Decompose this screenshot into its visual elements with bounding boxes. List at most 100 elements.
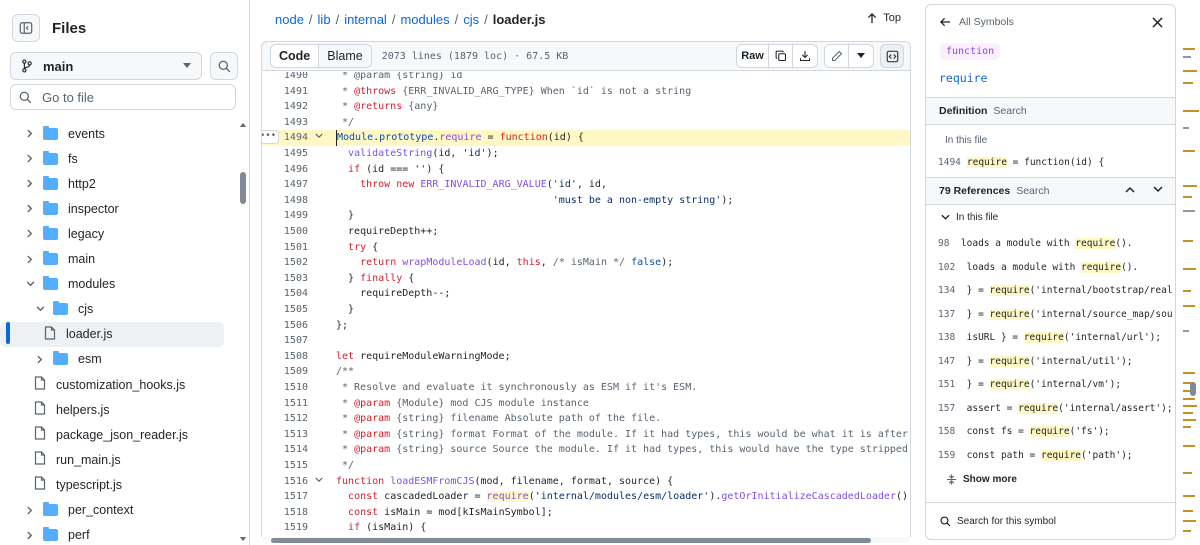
chevron-right-icon[interactable] — [24, 253, 36, 265]
references-search-link[interactable]: Search — [1016, 185, 1049, 197]
code-line[interactable]: 1494 ••• Module.prototype.require = functi… — [262, 130, 910, 146]
blame-tab[interactable]: Blame — [319, 45, 371, 67]
line-number[interactable]: 1503 — [262, 271, 308, 287]
search-for-symbol-button[interactable]: Search for this symbol — [926, 502, 1175, 539]
breadcrumb-link-node[interactable]: node — [275, 12, 304, 27]
tree-item-loader-js[interactable]: loader.js — [0, 321, 224, 347]
line-number[interactable]: 1517 — [262, 489, 308, 505]
code-line[interactable]: 1500 requireDepth++; — [262, 224, 910, 240]
tree-item-main[interactable]: main — [0, 247, 224, 272]
reference-item[interactable]: 151 } = require('internal/vm'); — [938, 379, 1173, 390]
tree-item-cjs[interactable]: cjs — [0, 297, 224, 322]
chevron-up-icon[interactable] — [1125, 186, 1135, 193]
edit-button[interactable] — [825, 45, 849, 67]
branch-selector[interactable]: main — [10, 52, 202, 80]
breadcrumb-link-cjs[interactable]: cjs — [463, 12, 479, 27]
code-minimap[interactable] — [1180, 0, 1200, 545]
code-line[interactable]: 1505 } — [262, 302, 910, 318]
tree-item-events[interactable]: events — [0, 121, 224, 146]
reference-item[interactable]: 138 isURL } = require('internal/url'); — [938, 332, 1173, 343]
collapse-sidebar-button[interactable] — [12, 14, 40, 42]
breadcrumb-link-modules[interactable]: modules — [400, 12, 449, 27]
code-line[interactable]: 1501 try { — [262, 240, 910, 256]
tree-item-fs[interactable]: fs — [0, 146, 224, 171]
code-line[interactable]: 1497 throw new ERR_INVALID_ARG_VALUE('id… — [262, 177, 910, 193]
code-line[interactable]: 1495 validateString(id, 'id'); — [262, 146, 910, 162]
line-number[interactable]: 1505 — [262, 302, 308, 318]
code-line[interactable]: 1507 — [262, 333, 910, 349]
breadcrumb-link-lib[interactable]: lib — [318, 12, 331, 27]
chevron-right-icon[interactable] — [24, 178, 36, 190]
code-line[interactable]: 1498 'must be a non-empty string'); — [262, 193, 910, 209]
line-number[interactable]: 1512 — [262, 411, 308, 427]
tree-item-customization-hooks-js[interactable]: customization_hooks.js — [0, 372, 224, 397]
top-button[interactable]: Top — [867, 12, 901, 24]
code-line[interactable]: 1517 const cascadedLoader = require('int… — [262, 489, 910, 505]
tree-item-per-context[interactable]: per_context — [0, 498, 224, 523]
line-number[interactable]: 1497 — [262, 177, 308, 193]
line-options-button[interactable]: ••• — [262, 130, 279, 145]
reference-item[interactable]: 98 loads a module with require(). — [938, 238, 1173, 249]
line-number[interactable]: 1508 — [262, 349, 308, 365]
line-number[interactable]: 1507 — [262, 333, 308, 349]
file-tree-scroll-thumb[interactable] — [240, 172, 246, 204]
reference-item[interactable]: 137 } = require('internal/source_map/sou… — [938, 308, 1173, 320]
code-line[interactable]: 1511 * @param {Module} mod CJS module in… — [262, 396, 910, 412]
code-line[interactable]: 1504 requireDepth--; — [262, 286, 910, 302]
minimap-scroll-thumb[interactable] — [1190, 382, 1196, 396]
tree-item-legacy[interactable]: legacy — [0, 221, 224, 246]
line-number[interactable]: 1519 — [262, 520, 308, 536]
line-number[interactable]: 1504 — [262, 286, 308, 302]
chevron-right-icon[interactable] — [24, 228, 36, 240]
tree-item-modules[interactable]: modules — [0, 272, 224, 297]
chevron-right-icon[interactable] — [24, 153, 36, 165]
show-more-button[interactable]: Show more — [946, 474, 1017, 485]
chevron-right-icon[interactable] — [24, 529, 36, 541]
tree-item-typescript-js[interactable]: typescript.js — [0, 472, 224, 497]
chevron-down-icon[interactable] — [24, 278, 36, 290]
line-number[interactable]: 1493 — [262, 115, 308, 131]
line-number[interactable]: 1491 — [262, 84, 308, 100]
all-symbols-link[interactable]: All Symbols — [940, 16, 1014, 28]
line-number[interactable]: 1499 — [262, 208, 308, 224]
symbols-panel-button[interactable] — [880, 44, 904, 68]
tree-item-esm[interactable]: esm — [0, 347, 224, 372]
copy-button[interactable] — [769, 45, 793, 67]
definition-line[interactable]: 1494 require = function(id) { — [938, 157, 1104, 168]
edit-dropdown-button[interactable] — [849, 45, 873, 67]
line-number[interactable]: 1518 — [262, 505, 308, 521]
raw-button[interactable]: Raw — [737, 45, 769, 67]
code-line[interactable]: 1512 * @param {string} filename Absolute… — [262, 411, 910, 427]
line-number[interactable]: 1495 — [262, 146, 308, 162]
code-line[interactable]: 1516 function loadESMFromCJS(mod, filenam… — [262, 474, 910, 490]
line-number[interactable]: 1501 — [262, 240, 308, 256]
line-number[interactable]: 1506 — [262, 318, 308, 334]
tree-item-http2[interactable]: http2 — [0, 171, 224, 196]
download-button[interactable] — [793, 45, 817, 67]
fold-chevron-icon[interactable] — [315, 130, 323, 146]
line-number[interactable]: 1509 — [262, 364, 308, 380]
code-line[interactable]: 1493 */ — [262, 115, 910, 131]
line-number[interactable]: 1498 — [262, 193, 308, 209]
chevron-right-icon[interactable] — [24, 504, 36, 516]
reference-item[interactable]: 147 } = require('internal/util'); — [938, 355, 1173, 367]
close-symbols-button[interactable] — [1152, 15, 1163, 31]
code-line[interactable]: 1508 let requireModuleWarningMode; — [262, 349, 910, 365]
breadcrumb-link-internal[interactable]: internal — [344, 12, 387, 27]
code-line[interactable]: 1509 /** — [262, 364, 910, 380]
reference-item[interactable]: 134 } = require('internal/bootstrap/real… — [938, 285, 1173, 296]
chevron-down-icon[interactable] — [34, 303, 46, 315]
tree-item-run-main-js[interactable]: run_main.js — [0, 447, 224, 472]
code-line[interactable]: 1499 } — [262, 208, 910, 224]
tree-item-perf[interactable]: perf — [0, 523, 224, 545]
code-line[interactable]: 1514 * @param {string} source Source the… — [262, 442, 910, 458]
line-number[interactable]: 1511 — [262, 396, 308, 412]
chevron-right-icon[interactable] — [34, 353, 46, 365]
reference-item[interactable]: 157 assert = require('internal/assert'); — [938, 402, 1173, 414]
reference-item[interactable]: 102 loads a module with require(). — [938, 261, 1173, 273]
code-line[interactable]: 1519 if (isMain) { — [262, 520, 910, 536]
line-number[interactable]: 1515 — [262, 458, 308, 474]
chevron-down-icon[interactable] — [1153, 186, 1163, 193]
tree-item-package-json-reader-js[interactable]: package_json_reader.js — [0, 422, 224, 447]
code-line[interactable]: 1518 const isMain = mod[kIsMainSymbol]; — [262, 505, 910, 521]
